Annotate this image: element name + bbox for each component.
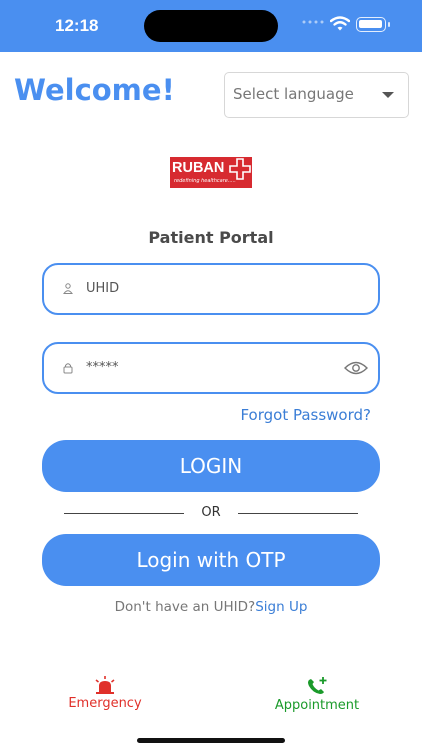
uhid-input-text: UHID: [86, 281, 120, 296]
emergency-button[interactable]: Emergency: [62, 676, 148, 711]
ruban-logo: RUBAN redefining healthcare.....: [170, 157, 252, 188]
signup-link[interactable]: Sign Up: [255, 599, 307, 615]
language-select[interactable]: Select language: [224, 72, 409, 118]
password-input[interactable]: *****: [42, 342, 380, 394]
forgot-password-link[interactable]: Forgot Password?: [240, 406, 371, 424]
logo-tagline: redefining healthcare.....: [174, 178, 236, 184]
emergency-label: Emergency: [68, 696, 142, 711]
uhid-input[interactable]: UHID: [42, 263, 380, 315]
portal-title: Patient Portal: [148, 228, 274, 247]
status-bar: 12:18: [0, 0, 422, 52]
user-icon: [63, 283, 73, 294]
dynamic-island: [144, 10, 278, 42]
signup-line: Don't have an UHID?Sign Up: [0, 599, 422, 615]
divider-right: [238, 513, 358, 514]
logo-name: RUBAN: [172, 160, 225, 176]
login-with-otp-button[interactable]: Login with OTP: [42, 534, 380, 586]
eye-icon[interactable]: [344, 360, 368, 376]
password-input-text: *****: [86, 360, 119, 375]
language-select-placeholder: Select language: [233, 85, 354, 103]
appointment-label: Appointment: [274, 698, 360, 713]
appointment-button[interactable]: Appointment: [268, 676, 366, 713]
signup-prompt: Don't have an UHID?: [114, 599, 256, 615]
welcome-heading: Welcome!: [14, 73, 175, 107]
battery-icon: [356, 17, 390, 32]
login-button[interactable]: LOGIN: [42, 440, 380, 492]
or-label: OR: [201, 505, 221, 520]
chevron-down-icon: [382, 92, 394, 98]
wifi-icon: [330, 16, 350, 31]
home-indicator: [137, 738, 285, 743]
status-time: 12:18: [55, 16, 99, 35]
siren-icon: [95, 676, 115, 694]
phone-plus-icon: [308, 677, 327, 694]
medical-cross-icon: [229, 158, 251, 180]
lock-icon: [63, 363, 73, 374]
signal-dots-icon: [302, 20, 324, 24]
